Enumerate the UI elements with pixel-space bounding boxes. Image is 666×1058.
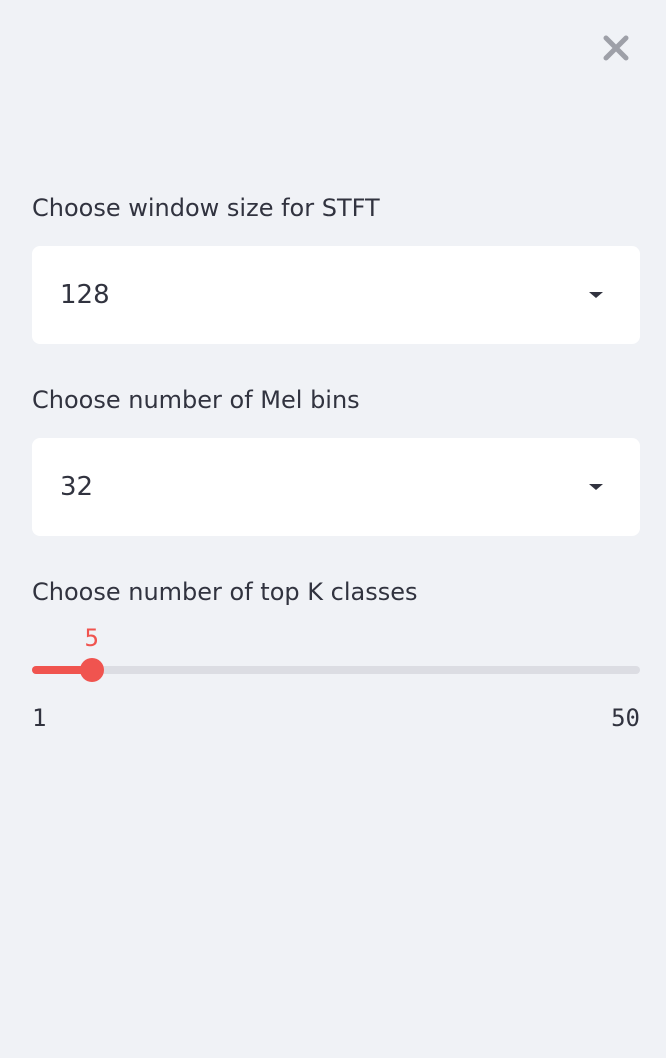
top-k-slider[interactable]: 5 1 50 <box>32 622 640 742</box>
mel-bins-value: 32 <box>60 472 94 502</box>
window-size-value: 128 <box>60 280 110 310</box>
slider-min-label: 1 <box>32 704 47 732</box>
mel-bins-select[interactable]: 32 <box>32 438 640 536</box>
caret-down-icon <box>589 292 603 298</box>
slider-current-value: 5 <box>84 624 99 652</box>
slider-thumb[interactable] <box>79 658 104 682</box>
window-size-label: Choose window size for STFT <box>32 194 380 222</box>
slider-max-label: 50 <box>611 704 640 732</box>
window-size-select[interactable]: 128 <box>32 246 640 344</box>
top-k-label: Choose number of top K classes <box>32 578 418 606</box>
mel-bins-label: Choose number of Mel bins <box>32 386 360 414</box>
close-button[interactable] <box>596 28 636 68</box>
slider-track[interactable] <box>32 666 640 674</box>
caret-down-icon <box>589 484 603 490</box>
close-icon <box>603 35 629 61</box>
